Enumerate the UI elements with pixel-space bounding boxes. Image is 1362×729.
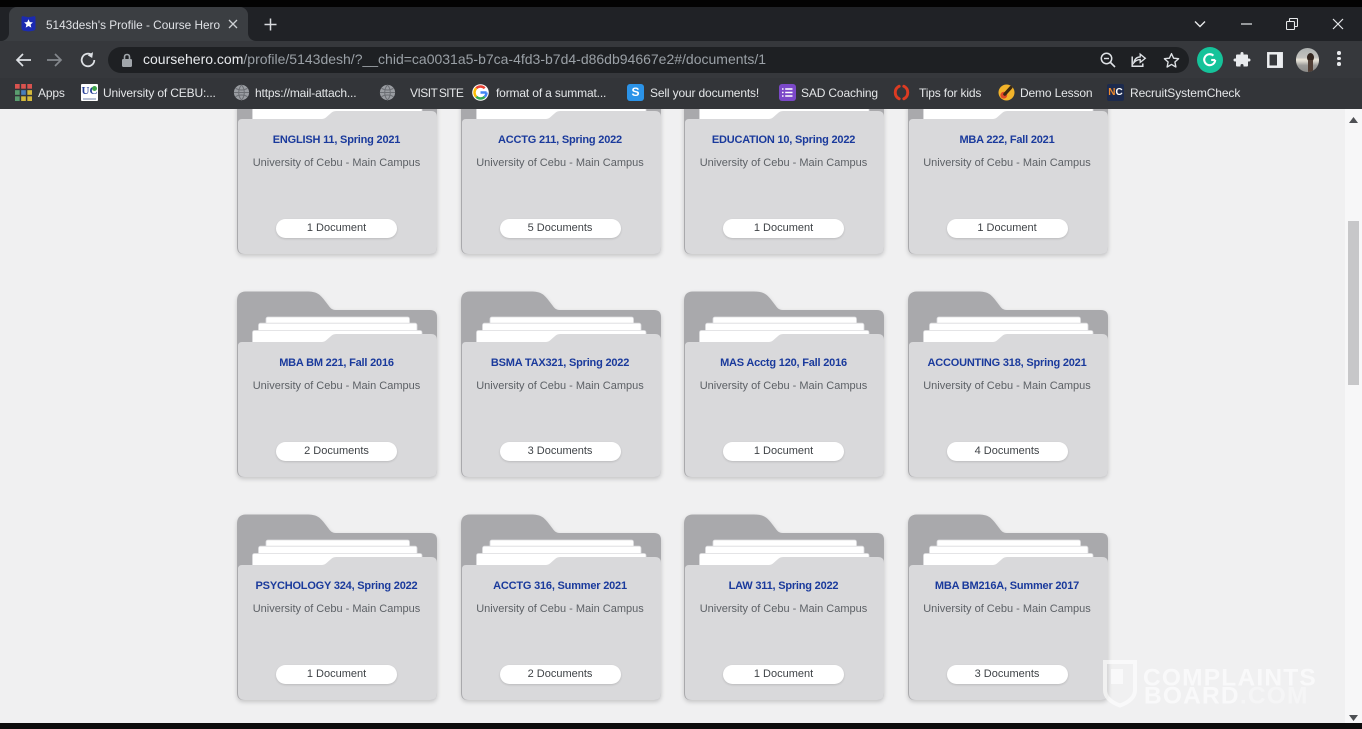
svg-text:BOARD.COM: BOARD.COM	[1144, 683, 1309, 710]
